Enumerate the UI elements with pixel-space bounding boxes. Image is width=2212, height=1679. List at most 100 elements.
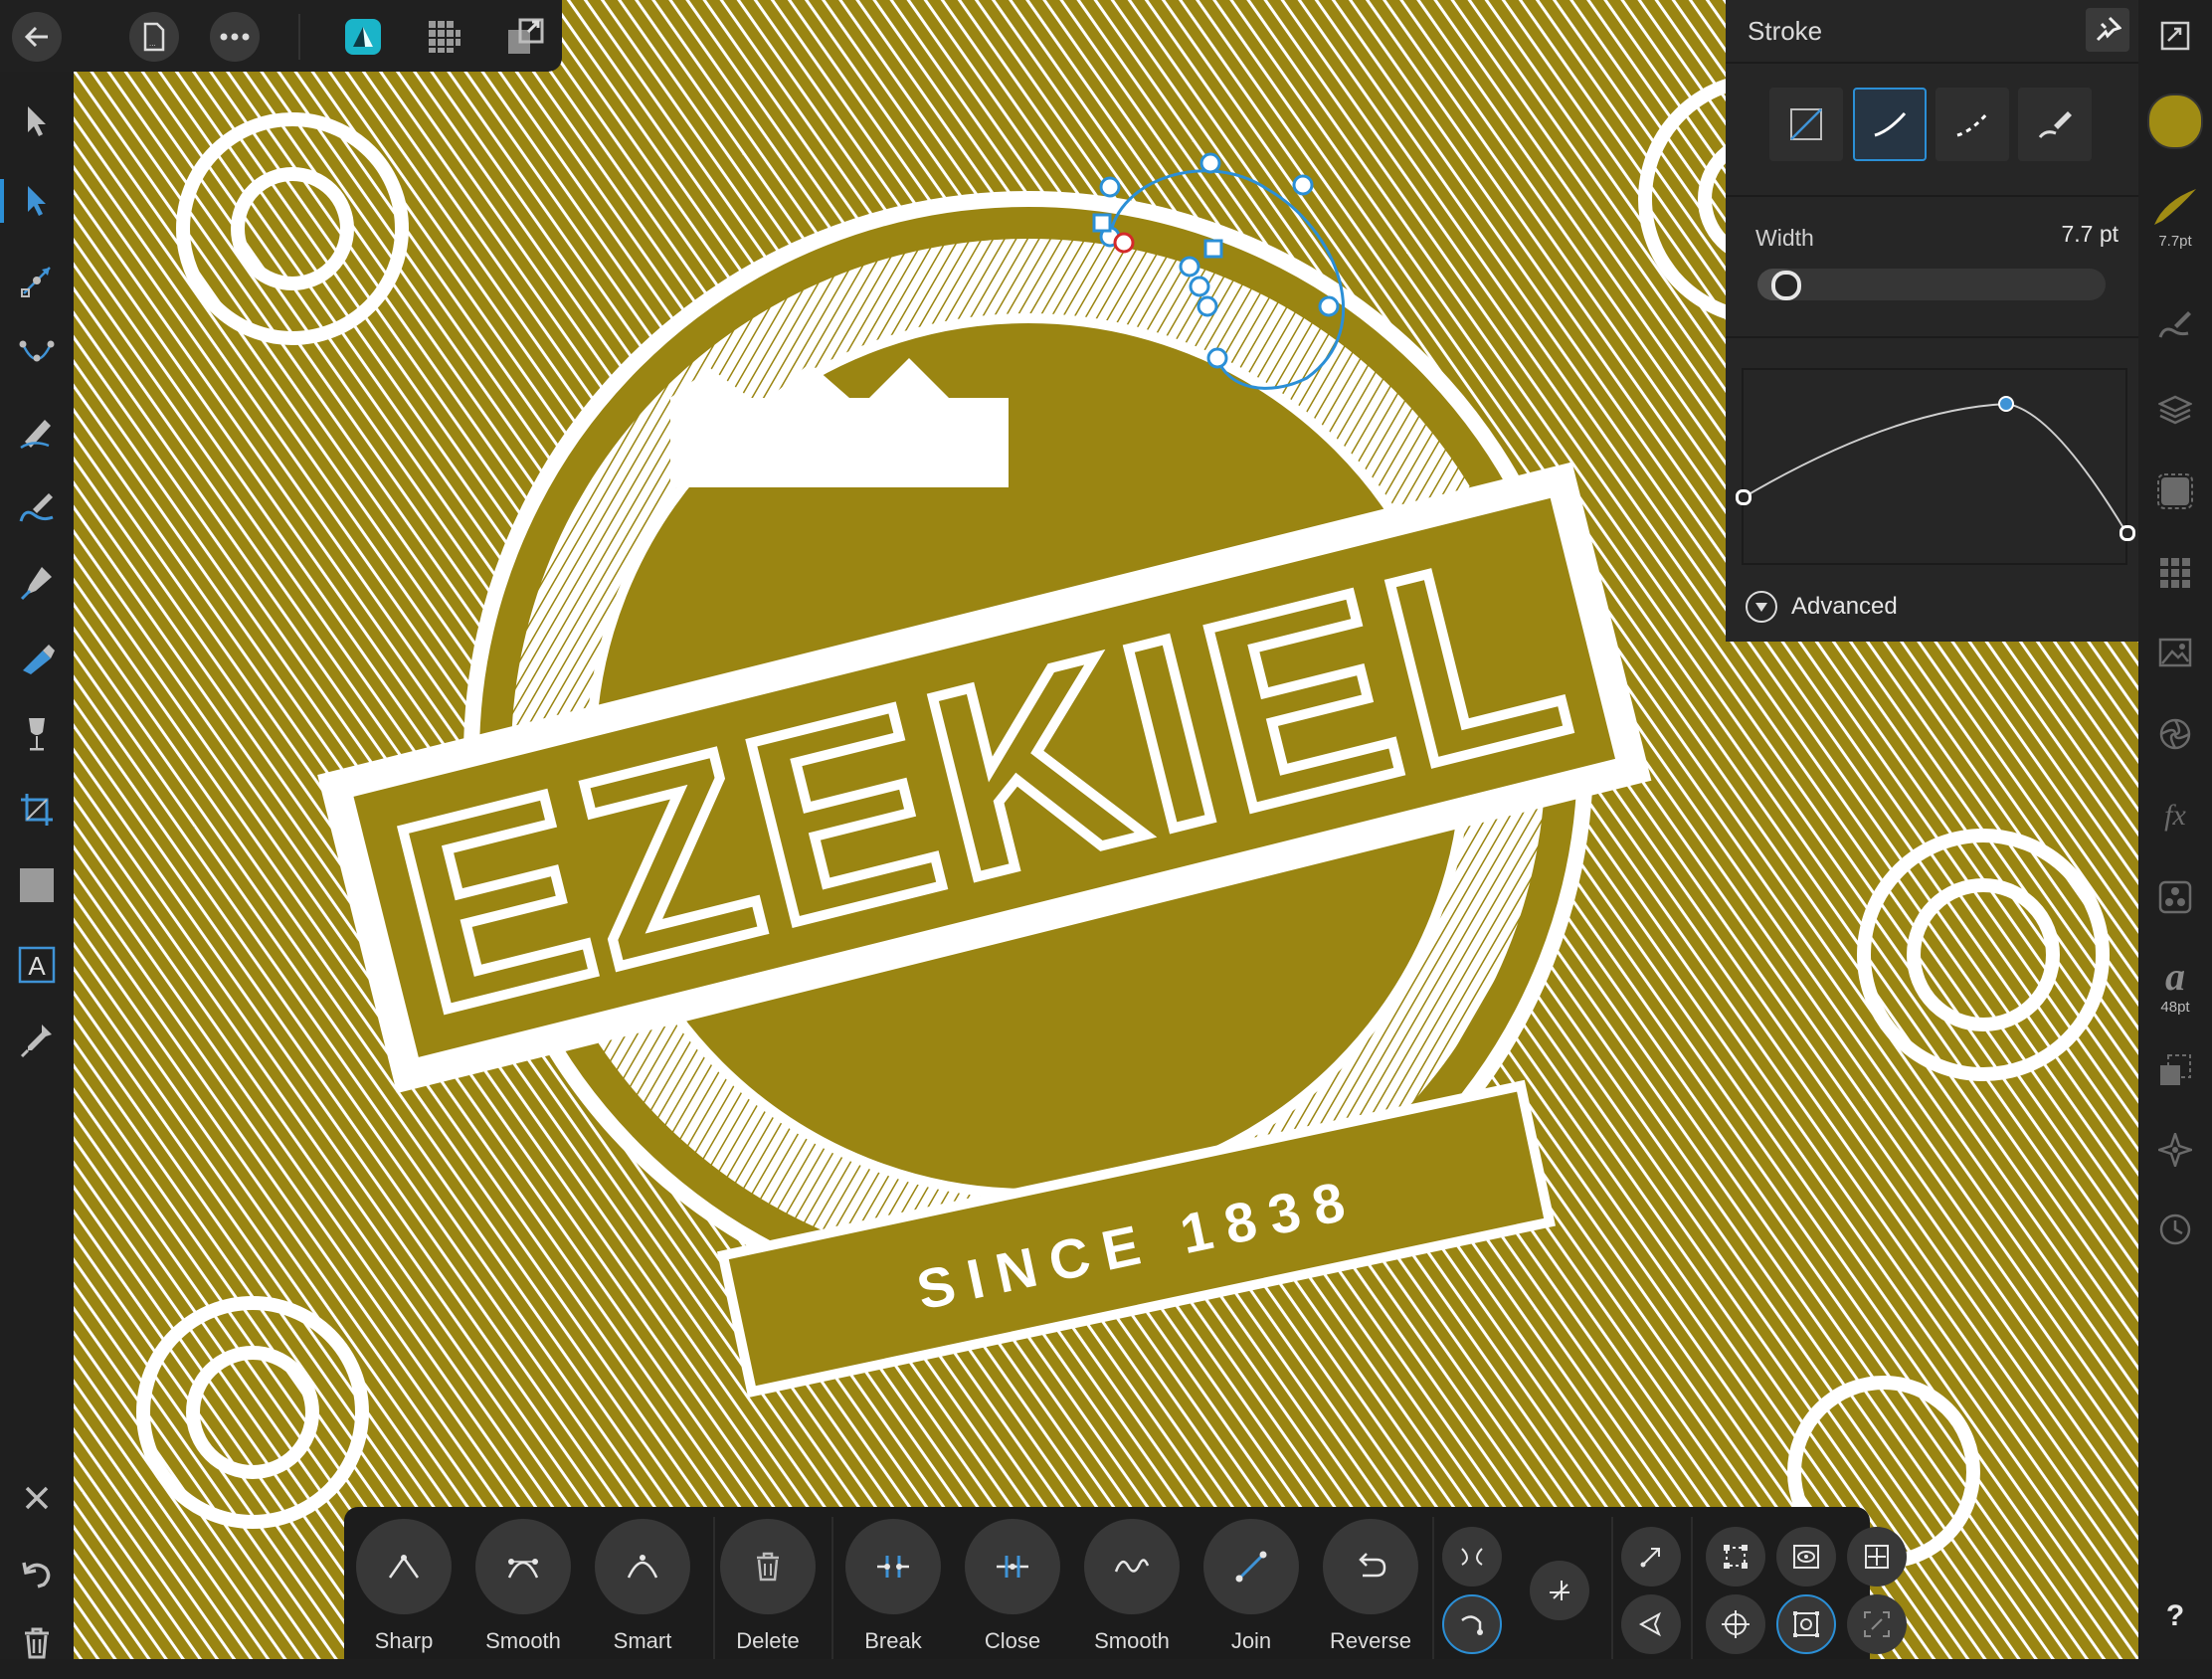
expand-arrow-icon[interactable] <box>1746 591 1777 623</box>
width-slider-thumb[interactable] <box>1771 271 1801 300</box>
artistic-text-tool-icon[interactable]: A <box>0 929 74 1001</box>
sharp-button[interactable]: Sharp <box>354 1519 454 1654</box>
topbar-divider <box>298 14 300 60</box>
fx-label: fx <box>2164 799 2186 832</box>
export-persona-icon[interactable] <box>500 12 550 62</box>
solid-stroke-icon[interactable] <box>1853 88 1927 161</box>
help-icon[interactable]: ? <box>2138 1591 2212 1641</box>
panel-divider <box>1726 195 2138 197</box>
tools-panel: A <box>0 72 74 1659</box>
fx-icon[interactable]: fx <box>2138 786 2212 845</box>
sharp-label: Sharp <box>374 1628 434 1653</box>
close-curve-button[interactable]: Close <box>963 1519 1062 1654</box>
more-icon[interactable] <box>210 12 260 62</box>
snap-center-icon[interactable] <box>1847 1527 1907 1586</box>
pixel-persona-icon[interactable] <box>420 12 469 62</box>
smooth-curve-button[interactable]: Smooth <box>1082 1519 1182 1654</box>
no-stroke-icon[interactable] <box>1769 88 1843 161</box>
svg-text:A: A <box>28 951 46 981</box>
toolbar-divider <box>1432 1517 1434 1659</box>
reverse-label: Reverse <box>1330 1628 1411 1653</box>
text-size-label: 48pt <box>2160 998 2190 1016</box>
reverse-icon[interactable] <box>1323 1519 1418 1614</box>
toolbar-divider <box>831 1517 833 1659</box>
styles-icon[interactable] <box>2138 867 2212 927</box>
assets-image-icon[interactable] <box>2138 623 2212 682</box>
texture-stroke-icon[interactable] <box>2018 88 2092 161</box>
convert-curve-icon[interactable] <box>1530 1561 1589 1620</box>
designer-persona-icon[interactable] <box>338 12 388 62</box>
undo-icon[interactable] <box>0 1538 74 1609</box>
smart-button[interactable]: Smart <box>593 1519 692 1654</box>
close-curve-icon[interactable] <box>965 1519 1060 1614</box>
trash-icon[interactable] <box>0 1607 74 1679</box>
advanced-toggle[interactable]: Advanced <box>1746 591 1898 623</box>
brushes-icon[interactable] <box>2138 294 2212 354</box>
fill-color-well[interactable] <box>2147 93 2203 149</box>
sharp-icon[interactable] <box>356 1519 452 1614</box>
curve-selection-mode-icon[interactable] <box>1442 1594 1502 1654</box>
document-icon[interactable]: ... <box>129 12 179 62</box>
break-label: Break <box>864 1628 922 1653</box>
join-button[interactable]: Join <box>1201 1519 1301 1654</box>
break-button[interactable]: Break <box>843 1519 943 1654</box>
select-nodes-icon[interactable] <box>1621 1527 1681 1586</box>
bounding-box-icon[interactable] <box>1706 1527 1765 1586</box>
brush-size-well[interactable]: 7.7pt <box>2138 167 2212 263</box>
point-transform-tool-icon[interactable] <box>0 245 74 316</box>
crop-tool-icon[interactable] <box>0 774 74 845</box>
show-handles-icon[interactable] <box>1776 1527 1836 1586</box>
pen-tool-icon[interactable] <box>0 547 74 619</box>
navigator-icon[interactable] <box>2138 704 2212 764</box>
node-cursor-icon[interactable] <box>1621 1594 1681 1654</box>
snap-to-geometry-icon[interactable] <box>1776 1594 1836 1654</box>
toolbar-divider <box>1691 1517 1693 1659</box>
fill-tool-icon[interactable] <box>0 623 74 694</box>
smooth-curve-icon[interactable] <box>1084 1519 1180 1614</box>
smooth-node-button[interactable]: Smooth <box>473 1519 573 1654</box>
text-glyph: a <box>2165 953 2185 999</box>
top-toolbar: ... <box>0 0 562 72</box>
pencil-tool-icon[interactable] <box>0 396 74 467</box>
pin-icon[interactable] <box>2086 8 2129 52</box>
vector-brush-tool-icon[interactable] <box>0 471 74 543</box>
delete-button[interactable]: Delete <box>718 1519 818 1654</box>
snap-to-node-icon[interactable] <box>1706 1594 1765 1654</box>
color-swatch[interactable] <box>2138 90 2212 153</box>
node-tool-icon[interactable] <box>0 165 74 237</box>
stroke-panel: Stroke Width 7.7 pt Advanced <box>1726 0 2138 642</box>
curve-start-node[interactable] <box>1736 489 1751 505</box>
transform-mode-icon[interactable] <box>1442 1527 1502 1586</box>
close-icon[interactable] <box>0 1462 74 1534</box>
snapping-icon[interactable] <box>2138 1120 2212 1180</box>
text-styles-icon[interactable]: a 48pt <box>2138 945 2212 1026</box>
fullscreen-icon[interactable] <box>2138 10 2212 62</box>
help-label: ? <box>2165 1599 2185 1632</box>
back-arrow-icon[interactable] <box>12 12 62 62</box>
reverse-button[interactable]: Reverse <box>1321 1519 1420 1654</box>
history-icon[interactable] <box>2138 1200 2212 1259</box>
break-icon[interactable] <box>845 1519 941 1614</box>
svg-text:...: ... <box>149 39 156 48</box>
transform-icon[interactable] <box>2138 1040 2212 1100</box>
smart-icon[interactable] <box>595 1519 690 1614</box>
curve-end-node[interactable] <box>2120 525 2135 541</box>
width-label: Width <box>1755 225 1814 251</box>
corner-tool-icon[interactable] <box>0 320 74 392</box>
layers-icon[interactable] <box>2138 380 2212 440</box>
panel-divider <box>1726 62 2138 64</box>
delete-label: Delete <box>736 1628 800 1653</box>
color-picker-tool-icon[interactable] <box>0 1005 74 1076</box>
join-icon[interactable] <box>1203 1519 1299 1614</box>
snap-bounds-icon[interactable] <box>1847 1594 1907 1654</box>
transparency-tool-icon[interactable] <box>0 698 74 770</box>
delete-trash-icon[interactable] <box>720 1519 816 1614</box>
rectangle-tool-icon[interactable] <box>0 849 74 921</box>
width-slider[interactable] <box>1757 269 2106 300</box>
smooth-node-icon[interactable] <box>475 1519 571 1614</box>
effects-shape-icon[interactable] <box>2138 462 2212 521</box>
swatches-icon[interactable] <box>2138 543 2212 603</box>
dashed-stroke-icon[interactable] <box>1936 88 2009 161</box>
pressure-curve-graph[interactable] <box>1736 368 2135 565</box>
move-tool-icon[interactable] <box>0 86 74 157</box>
